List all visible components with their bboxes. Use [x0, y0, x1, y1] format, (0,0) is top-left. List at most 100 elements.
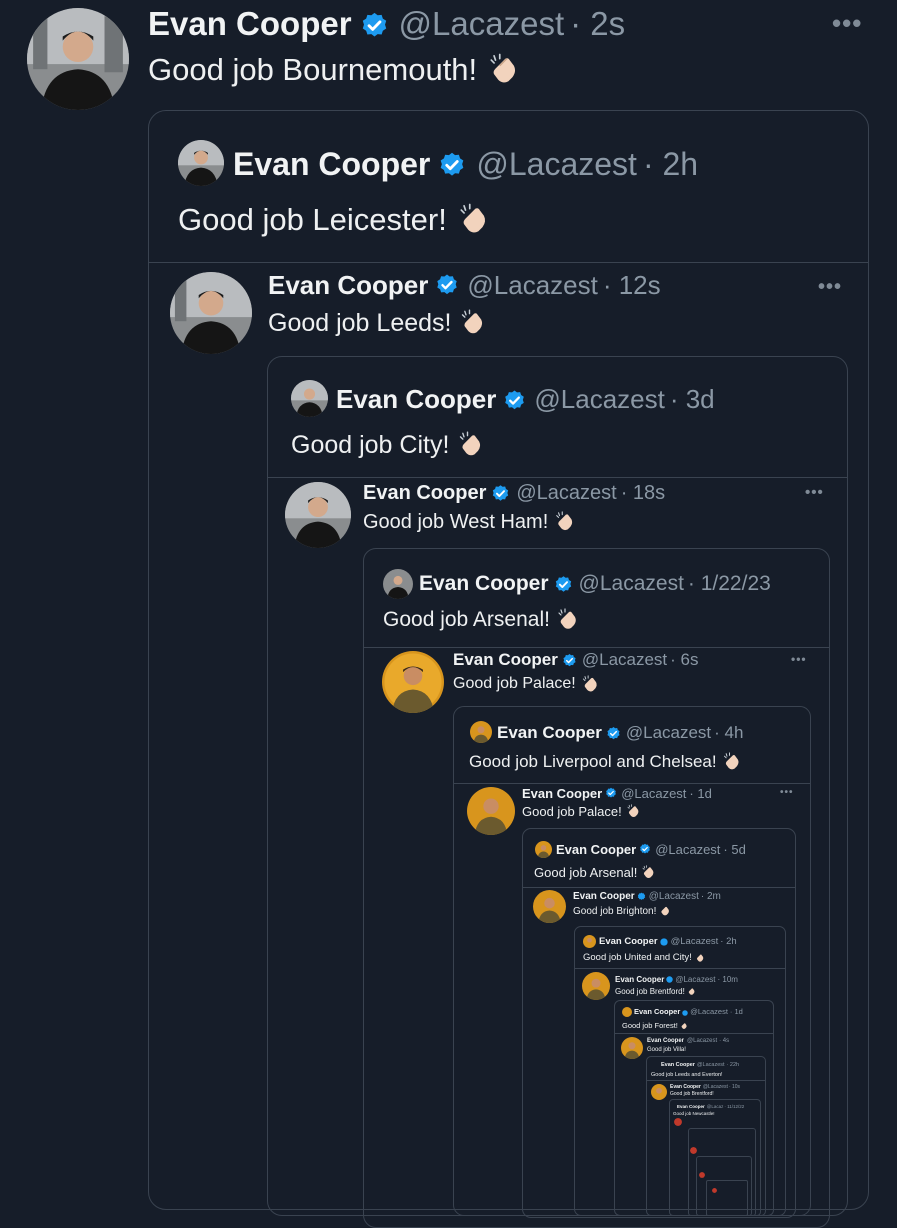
tweet-text: Good job Leicester!: [178, 200, 491, 240]
clapping-hands-emoji: [641, 864, 656, 880]
tweet-body: Good job Villa!: [647, 1046, 686, 1053]
timestamp: · 10s: [728, 1083, 741, 1090]
tweet-header: Evan Cooper @Lacazest · 1d: [522, 784, 712, 802]
tweet-text: Good job Newcastle!: [673, 1110, 715, 1116]
author-name: Evan Cooper: [677, 1103, 705, 1109]
tweet-header: Evan Cooper @Lacazest · 22h: [661, 1061, 739, 1069]
avatar: [467, 787, 515, 835]
tweet-text: Good job Palace!: [522, 802, 641, 820]
author-handle: @Lacazest: [675, 974, 716, 984]
timestamp: · 2h: [642, 145, 699, 182]
clapping-hands-emoji: [581, 674, 600, 694]
timestamp: · 1d: [729, 1007, 743, 1016]
clapping-hands-emoji: [457, 203, 491, 237]
tweet-body: Good job Arsenal!: [383, 608, 550, 631]
divider: [364, 647, 829, 648]
avatar-city-icon: [291, 380, 328, 417]
avatar: [533, 890, 566, 923]
timestamp: · 3d: [669, 383, 715, 414]
timestamp: · 22h: [726, 1062, 740, 1068]
tweet-text: Good job City!: [291, 428, 485, 462]
author-handle: @Lacazest: [621, 785, 687, 801]
tweet-text: Good job Brighton!: [573, 904, 671, 918]
avatar-red-icon: [690, 1147, 697, 1154]
timestamp: · 4s: [719, 1037, 730, 1044]
timestamp: · 11/12/22: [724, 1103, 745, 1109]
author-handle[interactable]: @Lacazest: [399, 5, 565, 43]
author-name: Evan Cooper: [670, 1083, 701, 1090]
avatar: [170, 272, 252, 354]
more-options-icon: •••: [780, 787, 794, 798]
tweet-text: Good job Liverpool and Chelsea!: [469, 751, 742, 773]
author-name[interactable]: Evan Cooper: [148, 5, 352, 43]
author-handle: @Lacazest: [516, 481, 617, 504]
clapping-hands-emoji: [457, 431, 485, 459]
author-name: Evan Cooper: [497, 723, 602, 742]
more-options-icon: •••: [805, 484, 824, 501]
tweet-body: Good job Forest!: [622, 1021, 678, 1030]
tweet-body: Good job United and City!: [583, 952, 692, 963]
tweet-header: Evan Cooper @Lacazest · 2s: [148, 4, 625, 44]
avatar-gold-icon: [382, 651, 444, 713]
timestamp[interactable]: · 2s: [570, 5, 625, 43]
tweet-header: Evan Cooper @Lacazest · 3d: [336, 382, 715, 416]
tweet-text: Good job Villa!: [647, 1045, 686, 1054]
avatar[interactable]: [27, 8, 129, 110]
author-handle: @Lacazest: [670, 936, 719, 947]
verified-badge-icon: [435, 273, 459, 297]
divider: [615, 1033, 773, 1034]
author-name: Evan Cooper: [522, 785, 603, 801]
author-handle: @Lacazest: [690, 1007, 728, 1016]
divider: [647, 1080, 765, 1081]
clapping-hands-emoji: [722, 752, 742, 772]
verified-badge-icon: [491, 484, 510, 503]
avatar: [383, 569, 413, 599]
avatar: [470, 721, 492, 743]
tweet-header: Evan Cooper @Lacazest · 12s: [268, 268, 661, 302]
author-name: Evan Cooper: [615, 974, 665, 984]
more-options-icon[interactable]: •••: [832, 8, 862, 39]
tweet-body: Good job Brentford!: [670, 1090, 714, 1097]
clapping-hands-emoji: [554, 511, 576, 533]
tweet-text: Good job Brentford!: [615, 985, 696, 997]
verified-badge-icon: [562, 653, 577, 668]
more-options-icon: •••: [818, 276, 843, 298]
verified-badge-icon: [605, 787, 617, 799]
tweet-body: Good job Palace!: [522, 803, 622, 819]
avatar: [535, 841, 552, 858]
avatar-city-icon: [285, 482, 351, 548]
avatar: [690, 1147, 697, 1154]
author-name: Evan Cooper: [363, 481, 487, 504]
avatar-red-icon: [674, 1118, 682, 1126]
avatar: [622, 1007, 632, 1017]
verified-badge-icon: [637, 892, 646, 901]
divider: [523, 887, 795, 888]
avatar-city-icon: [170, 272, 252, 354]
timestamp: · 1d: [689, 785, 712, 801]
author-handle: @Lacazest: [702, 1083, 728, 1090]
avatar-city-icon: [383, 569, 413, 599]
avatar: [621, 1037, 643, 1059]
quoted-tweet-card: [706, 1180, 748, 1216]
tweet-body: Good job City!: [291, 430, 450, 459]
tweet-header: Evan Cooper @Lacazest · 10s: [670, 1083, 740, 1090]
avatar: [712, 1188, 717, 1193]
avatar-gold-icon: [651, 1084, 667, 1100]
tweet-body: Good job Brentford!: [615, 986, 685, 996]
verified-badge-icon: [606, 726, 621, 741]
author-name: Evan Cooper: [573, 890, 635, 902]
timestamp: · 5d: [723, 841, 746, 857]
author-handle: @Lacazest: [696, 1062, 725, 1068]
author-name: Evan Cooper: [453, 650, 558, 669]
tweet-text: Good job Leeds and Everton!: [651, 1071, 723, 1079]
tweet-header: Evan Cooper @Lacazest · 4s: [647, 1036, 729, 1045]
tweet-header: Evan Cooper @Lacazest · 1/22/23: [419, 570, 771, 598]
avatar-gold-icon: [621, 1037, 643, 1059]
timestamp: · 2h: [720, 936, 737, 947]
avatar-gold-icon: [582, 972, 610, 1000]
tweet-text: Good job Forest!: [622, 1020, 688, 1031]
tweet-header: Evan Cooper @Lacazest · 10m: [615, 973, 738, 985]
tweet-text: Good job West Ham!: [363, 509, 576, 535]
clapping-hands-emoji: [695, 953, 705, 963]
author-handle: @Lacazest: [578, 572, 684, 595]
